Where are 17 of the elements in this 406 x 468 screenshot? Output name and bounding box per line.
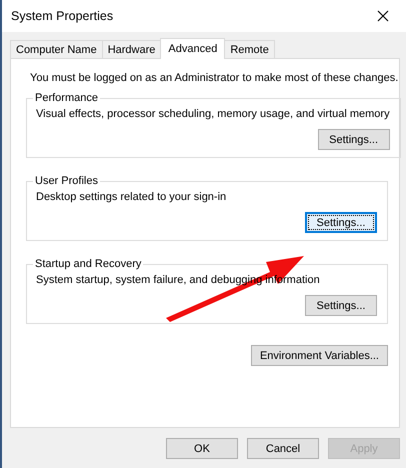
window-title: System Properties (11, 9, 114, 23)
group-title: Startup and Recovery (34, 258, 142, 270)
settings-button[interactable]: Settings... (305, 212, 377, 233)
settings-button[interactable]: Settings... (318, 129, 390, 150)
tab[interactable]: Remote (224, 40, 275, 58)
admin-notice: You must be logged on as an Administrator to make most of these changes. (30, 72, 398, 84)
environment-variables-button[interactable]: Environment Variables... (250, 345, 388, 366)
tab[interactable]: Advanced (160, 38, 226, 59)
group-title: Performance (34, 92, 99, 104)
dialog-button[interactable]: Cancel (247, 438, 319, 459)
tab[interactable]: Computer Name (10, 40, 103, 58)
group-title: User Profiles (34, 175, 99, 187)
settings-button[interactable]: Settings... (305, 295, 377, 316)
dialog-button[interactable]: OK (166, 438, 238, 459)
group-description: Visual effects, processor scheduling, memory usage, and virtual memory (36, 108, 390, 120)
group-description: Desktop settings related to your sign-in (36, 191, 228, 203)
close-icon (377, 10, 389, 22)
